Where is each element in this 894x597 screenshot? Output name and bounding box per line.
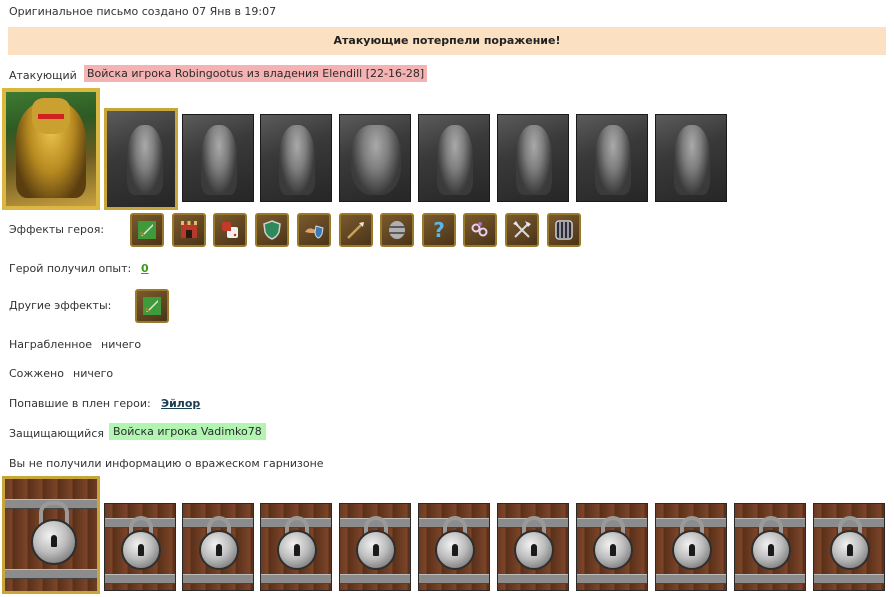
burned-value: ничего (73, 367, 114, 380)
attacker-value[interactable]: Войска игрока Robingootus из владения El… (84, 65, 428, 82)
locked-unit-slot (813, 503, 885, 591)
locked-unit-slot (418, 503, 490, 591)
defender-label: Защищающийся (9, 427, 104, 440)
griffin-unit-icon[interactable] (339, 114, 411, 202)
loot-label: Награбленное (9, 338, 92, 351)
hero-exp-value[interactable]: 0 (141, 262, 149, 275)
original-letter-info: Оригинальное письмо создано 07 Янв в 19:… (9, 5, 277, 18)
hand-shield-icon[interactable] (297, 213, 331, 247)
attacker-label: Атакующий (9, 69, 77, 82)
centurion-unit-icon[interactable] (260, 114, 332, 202)
locked-unit-slot (576, 503, 648, 591)
locked-unit-slot (182, 503, 254, 591)
locked-unit-slot (260, 503, 332, 591)
attacker-hero-portrait[interactable] (2, 88, 100, 210)
dwarf-unit-icon[interactable] (104, 108, 178, 210)
captured-heroes-label: Попавшие в плен герои: (9, 397, 151, 410)
archer-unit-icon[interactable] (418, 114, 490, 202)
spear-icon[interactable] (339, 213, 373, 247)
sword-icon[interactable] (135, 289, 169, 323)
captured-hero-link[interactable]: Эйлор (161, 397, 200, 410)
question-mark-icon[interactable]: ? (422, 213, 456, 247)
hooded-monk-unit-icon[interactable] (576, 114, 648, 202)
barrel-icon[interactable] (380, 213, 414, 247)
sword-icon[interactable] (130, 213, 164, 247)
hero-effects-label: Эффекты героя: (9, 223, 105, 236)
dice-icon[interactable] (213, 213, 247, 247)
locked-unit-slot (655, 503, 727, 591)
battle-result-banner: Атакующие потерпели поражение! (8, 27, 886, 55)
staff-mage-unit-icon[interactable] (497, 114, 569, 202)
no-garrison-info-text: Вы не получили информацию о вражеском га… (9, 457, 324, 470)
locked-unit-slot (339, 503, 411, 591)
green-shield-icon[interactable] (255, 213, 289, 247)
locked-unit-slot (104, 503, 176, 591)
other-effects-label: Другие эффекты: (9, 299, 112, 312)
loot-value: ничего (101, 338, 142, 351)
crossed-axes-icon[interactable] (505, 213, 539, 247)
hero-eyes (38, 114, 64, 119)
locked-hero-slot (2, 476, 100, 594)
locked-unit-slot (734, 503, 806, 591)
hero-exp-label: Герой получил опыт: (9, 262, 132, 275)
druid-mage-unit-icon[interactable] (655, 114, 727, 202)
chains-icon[interactable] (463, 213, 497, 247)
castle-gate-icon[interactable] (172, 213, 206, 247)
defender-value[interactable]: Войска игрока Vadimko78 (109, 423, 266, 440)
iron-gate-icon[interactable] (547, 213, 581, 247)
armored-knight-unit-icon[interactable] (182, 114, 254, 202)
locked-unit-slot (497, 503, 569, 591)
burned-label: Сожжено (9, 367, 64, 380)
